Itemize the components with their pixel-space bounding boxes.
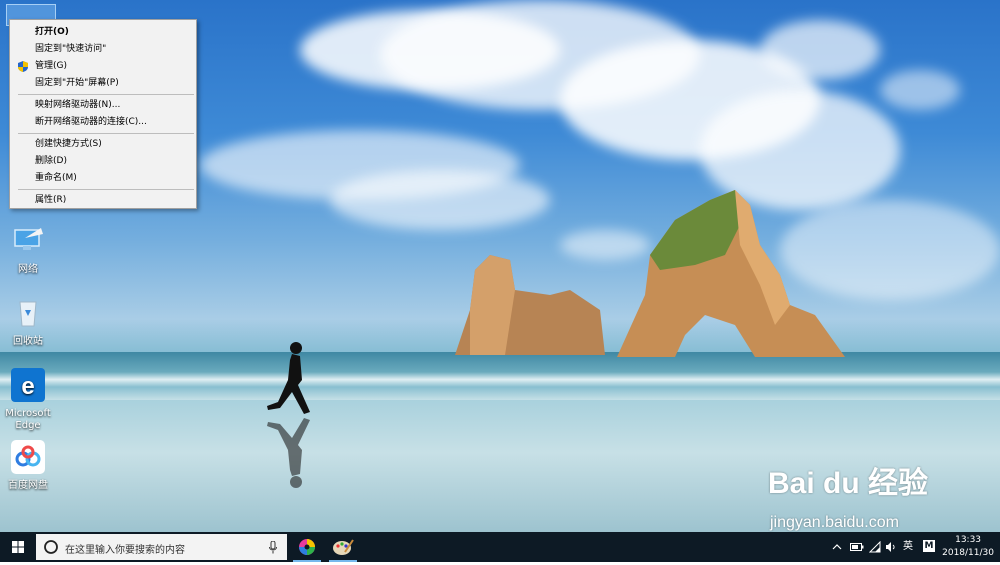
input-language-indicator[interactable]: 英 bbox=[903, 532, 913, 562]
menu-item-map-network-drive[interactable]: 映射网络驱动器(N)... bbox=[10, 97, 196, 114]
menu-item-delete[interactable]: 删除(D) bbox=[10, 153, 196, 170]
menu-item-create-shortcut[interactable]: 创建快捷方式(S) bbox=[10, 136, 196, 153]
taskbar-app-colorful[interactable] bbox=[289, 532, 325, 562]
svg-text:e: e bbox=[21, 373, 34, 400]
ime-mode-indicator[interactable]: M bbox=[923, 540, 935, 552]
battery-icon[interactable] bbox=[850, 543, 864, 551]
search-box[interactable]: 在这里输入你要搜索的内容 bbox=[36, 534, 287, 560]
paint-app-icon bbox=[333, 539, 354, 555]
windows-logo-icon bbox=[12, 541, 24, 553]
desktop-icon-network[interactable]: 网络 bbox=[0, 224, 56, 276]
start-button[interactable] bbox=[0, 532, 36, 562]
menu-item-open[interactable]: 打开(O) bbox=[10, 24, 196, 41]
menu-item-manage[interactable]: 管理(G) bbox=[10, 58, 196, 75]
uac-shield-icon bbox=[18, 61, 28, 72]
taskbar: 在这里输入你要搜索的内容 英 M 13:33 2018/11/30 bbox=[0, 532, 1000, 562]
menu-item-properties[interactable]: 属性(R) bbox=[10, 192, 196, 209]
clock-time: 13:33 bbox=[955, 535, 982, 545]
menu-item-rename[interactable]: 重命名(M) bbox=[10, 170, 196, 187]
desktop-icon-label: 网络 bbox=[18, 264, 38, 275]
search-placeholder: 在这里输入你要搜索的内容 bbox=[65, 545, 185, 556]
wifi-icon[interactable] bbox=[869, 541, 881, 553]
color-wheel-app-icon bbox=[299, 539, 315, 555]
desktop-icon-edge[interactable]: e Microsoft Edge bbox=[0, 368, 56, 432]
clock[interactable]: 13:33 2018/11/30 bbox=[942, 534, 994, 560]
watermark-url: jingyan.baidu.com bbox=[770, 514, 899, 531]
menu-item-pin-quick-access[interactable]: 固定到"快速访问" bbox=[10, 41, 196, 58]
menu-separator bbox=[18, 94, 194, 95]
menu-item-pin-start[interactable]: 固定到"开始"屏幕(P) bbox=[10, 75, 196, 92]
cortana-icon bbox=[44, 540, 58, 554]
microphone-icon[interactable] bbox=[269, 541, 277, 554]
menu-item-disconnect-network-drive[interactable]: 断开网络驱动器的连接(C)... bbox=[10, 114, 196, 131]
recycle-bin-icon bbox=[19, 301, 37, 327]
desktop-icon-label: 百度网盘 bbox=[8, 480, 48, 491]
rock-arch-graphic bbox=[617, 190, 845, 357]
volume-icon[interactable] bbox=[885, 541, 897, 553]
rock-left-graphic bbox=[455, 255, 605, 355]
desktop-icon-recycle-bin[interactable]: 回收站 bbox=[0, 296, 56, 348]
watermark-brand: Bai du 经验 bbox=[768, 467, 929, 500]
clock-date: 2018/11/30 bbox=[942, 548, 994, 558]
show-hidden-icons-chevron-icon[interactable] bbox=[832, 542, 842, 552]
taskbar-app-paint[interactable] bbox=[325, 532, 361, 562]
desktop-icon-baidu-netdisk[interactable]: 百度网盘 bbox=[0, 440, 56, 492]
desktop-icon-label: 回收站 bbox=[13, 336, 43, 347]
desktop-icon-label: Microsoft Edge bbox=[5, 408, 51, 431]
network-icon bbox=[14, 228, 43, 250]
baidu-watermark: Bai du 经验 jingyan.baidu.com bbox=[768, 458, 929, 531]
runner-silhouette bbox=[267, 342, 310, 488]
baidu-netdisk-icon bbox=[11, 440, 45, 474]
menu-separator bbox=[18, 133, 194, 134]
edge-icon: e bbox=[11, 368, 45, 402]
menu-separator bbox=[18, 189, 194, 190]
context-menu: 打开(O) 固定到"快速访问" 管理(G) 固定到"开始"屏幕(P) 映射网络驱… bbox=[9, 19, 197, 209]
